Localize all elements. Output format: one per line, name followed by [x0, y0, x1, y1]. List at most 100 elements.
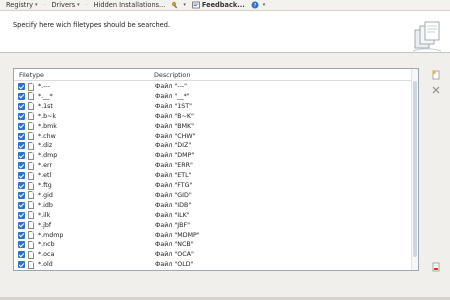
- menu-tools[interactable]: ▾: [171, 1, 186, 9]
- menu-separator: ·: [85, 1, 88, 9]
- filetype-checkbox[interactable]: [18, 261, 25, 269]
- file-icon: [28, 122, 34, 131]
- filetype-checkbox[interactable]: [18, 231, 25, 239]
- help-icon: ?: [251, 1, 259, 9]
- list-item[interactable]: *.--- Файл "---": [14, 82, 412, 91]
- list-item[interactable]: *.err Файл "ERR": [14, 161, 412, 170]
- filetype-extension: *.etl: [38, 172, 52, 180]
- list-item[interactable]: *.idb Файл "IDB": [14, 201, 412, 210]
- filetype-extension: *.gid: [38, 191, 53, 199]
- list-item[interactable]: *.chw Файл "CHW": [14, 132, 412, 141]
- filetype-description: Файл "ILK": [155, 211, 190, 219]
- chevron-down-icon: ▾: [77, 2, 80, 8]
- filetype-description: Файл "B~K": [155, 112, 194, 120]
- files-stack-icon: [412, 21, 442, 52]
- list-item[interactable]: *.1st Файл "1ST": [14, 102, 412, 111]
- filetype-checkbox[interactable]: [18, 182, 25, 189]
- file-icon: [28, 151, 34, 160]
- filetype-checkbox[interactable]: [18, 92, 25, 100]
- filetype-checkbox[interactable]: [18, 221, 25, 229]
- remove-filetype-icon: [432, 86, 440, 94]
- filetype-checkbox[interactable]: [18, 102, 25, 110]
- menu-hidden-installations[interactable]: Hidden Installations...: [94, 1, 166, 9]
- filetype-description: Файл "MDMP": [155, 231, 200, 239]
- filetype-checkbox[interactable]: [18, 162, 25, 170]
- filetype-extension: *.old: [38, 261, 53, 269]
- file-icon: [28, 171, 34, 180]
- filetype-description: Файл "ERR": [155, 162, 193, 170]
- menu-help[interactable]: ? ▾: [251, 1, 265, 9]
- list-item[interactable]: *.bmk Файл "BMK": [14, 122, 412, 131]
- column-header-description[interactable]: Description: [154, 71, 190, 79]
- filetype-description: Файл "BMK": [155, 122, 195, 130]
- menu-feedback-label: Feedback...: [201, 1, 245, 9]
- filetype-checkbox[interactable]: [18, 241, 25, 249]
- list-item[interactable]: *.gid Файл "GID": [14, 191, 412, 200]
- list-item[interactable]: *.ilk Файл "ILK": [14, 211, 412, 220]
- chevron-down-icon: ▾: [183, 2, 186, 8]
- filetype-checkbox[interactable]: [18, 112, 25, 120]
- filetype-checkbox[interactable]: [18, 142, 25, 150]
- add-filetype-button[interactable]: [431, 70, 441, 80]
- file-icon: [28, 250, 34, 259]
- filetype-description: Файл "JBF": [155, 221, 190, 229]
- menu-registry[interactable]: Registry ▾: [6, 1, 38, 9]
- list-item[interactable]: *.ncb Файл "NCB": [14, 240, 412, 249]
- list-item[interactable]: *.b~k Файл "B~K": [14, 112, 412, 121]
- file-icon: [28, 92, 34, 101]
- filetype-description: Файл "---": [155, 83, 188, 90]
- menu-feedback[interactable]: Feedback...: [192, 1, 245, 9]
- feedback-icon: [192, 1, 200, 9]
- filetype-checkbox[interactable]: [18, 201, 25, 209]
- file-icon: [28, 201, 34, 210]
- filetype-checkbox[interactable]: [18, 132, 25, 140]
- filetype-extension: *.dmp: [38, 152, 58, 160]
- filetype-checkbox[interactable]: [18, 83, 25, 90]
- restore-defaults-icon: [432, 262, 440, 272]
- filetype-extension: *.__*: [38, 92, 53, 100]
- list-item[interactable]: *.ftg Файл "FTG": [14, 181, 412, 190]
- filetype-checkbox[interactable]: [18, 122, 25, 130]
- filetype-description: Файл "NCB": [155, 241, 194, 249]
- scrollbar-thumb[interactable]: [413, 81, 417, 257]
- filetype-checkbox[interactable]: [18, 172, 25, 180]
- filetype-extension: *.b~k: [38, 112, 57, 120]
- filetype-extension: *.jbf: [38, 221, 52, 229]
- file-icon: [28, 260, 34, 269]
- list-item[interactable]: *.oca Файл "OCA": [14, 250, 412, 259]
- list-item[interactable]: *.__* Файл "__*": [14, 92, 412, 101]
- file-icon: [28, 112, 34, 121]
- filetype-extension: *.1st: [38, 102, 53, 110]
- filetype-checkbox[interactable]: [18, 191, 25, 199]
- file-icon: [28, 240, 34, 249]
- file-icon: [28, 161, 34, 170]
- list-item[interactable]: *.diz Файл "DIZ": [14, 141, 412, 150]
- filetype-checkbox[interactable]: [18, 211, 25, 219]
- file-icon: [28, 181, 34, 190]
- filetype-checkbox[interactable]: [18, 152, 25, 160]
- list-item[interactable]: *.dmp Файл "DMP": [14, 151, 412, 160]
- filetype-extension: *.ilk: [38, 211, 51, 219]
- filetype-extension: *.idb: [38, 201, 53, 209]
- column-header-filetype[interactable]: Filetype: [19, 71, 44, 79]
- filetype-description: Файл "IDB": [155, 201, 192, 209]
- filetype-list[interactable]: Filetype Description *.--- Файл "---" *.__…: [13, 68, 419, 271]
- file-icon: [28, 211, 34, 220]
- filetype-description: Файл "GID": [155, 191, 192, 199]
- filetype-extension: *.chw: [38, 132, 56, 140]
- filetype-extension: *.oca: [38, 251, 55, 259]
- list-item[interactable]: *.mdmp Файл "MDMP": [14, 231, 412, 240]
- vertical-scrollbar[interactable]: [411, 69, 418, 270]
- restore-defaults-button[interactable]: [431, 262, 441, 272]
- list-item[interactable]: *.etl Файл "ETL": [14, 171, 412, 180]
- tools-icon: [172, 1, 178, 9]
- list-item[interactable]: *.old Файл "OLD": [14, 260, 412, 269]
- menu-hidden-installations-label: Hidden Installations...: [93, 1, 166, 9]
- file-icon: [28, 132, 34, 140]
- remove-filetype-button[interactable]: [431, 85, 441, 95]
- menu-drivers[interactable]: Drivers ▾: [51, 1, 79, 9]
- header-separator: [14, 80, 412, 81]
- list-item[interactable]: *.jbf Файл "JBF": [14, 221, 412, 230]
- menu-separator: ·: [43, 1, 46, 9]
- filetype-checkbox[interactable]: [18, 251, 25, 259]
